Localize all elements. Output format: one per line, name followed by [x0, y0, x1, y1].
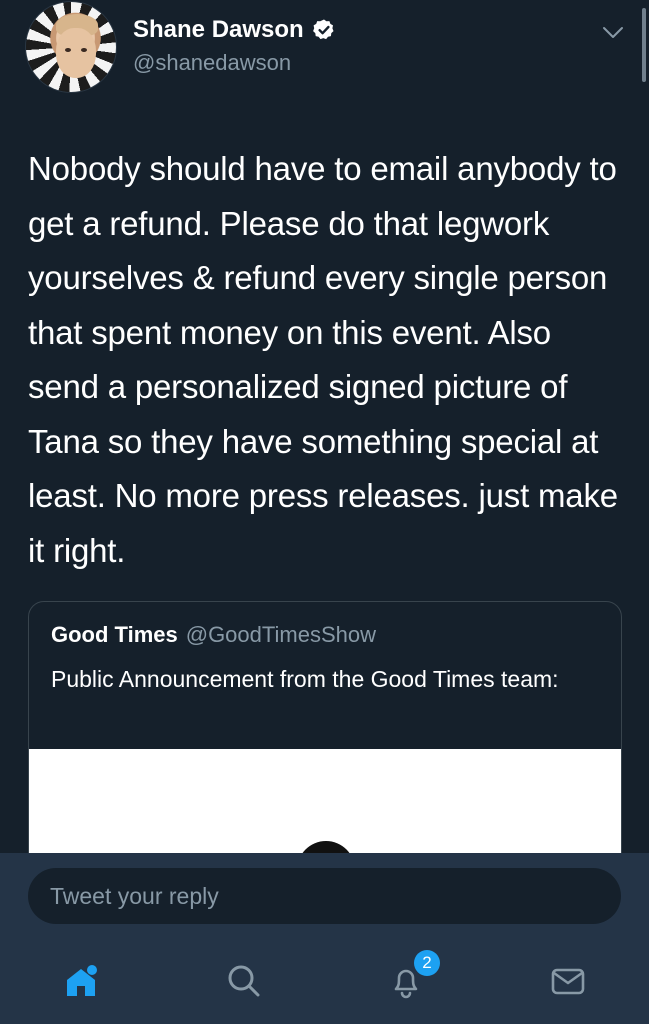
- messages-icon[interactable]: [548, 961, 588, 1001]
- chevron-down-icon[interactable]: [601, 24, 625, 42]
- quoted-tweet-header: Good Times @GoodTimesShow: [51, 622, 376, 648]
- reply-input[interactable]: Tweet your reply: [28, 868, 621, 924]
- avatar[interactable]: [26, 2, 116, 92]
- tweet-header: Shane Dawson @shanedawson: [0, 0, 649, 100]
- quoted-author-handle: @GoodTimesShow: [185, 622, 376, 647]
- verified-badge-icon: [312, 19, 334, 40]
- author-handle[interactable]: @shanedawson: [133, 50, 291, 76]
- quoted-author-name: Good Times: [51, 622, 178, 647]
- bottom-bar: Tweet your reply: [0, 853, 649, 1024]
- avatar-eye: [65, 48, 71, 52]
- search-icon[interactable]: [224, 961, 264, 1001]
- tweet-text: Nobody should have to email anybody to g…: [28, 150, 618, 569]
- author-name[interactable]: Shane Dawson: [133, 16, 304, 44]
- avatar-face: [56, 28, 96, 78]
- bottom-nav: [0, 953, 649, 1013]
- home-icon[interactable]: [61, 961, 101, 1001]
- notifications-badge: 2: [414, 950, 440, 976]
- reply-placeholder: Tweet your reply: [50, 882, 219, 909]
- avatar-eye: [81, 48, 87, 52]
- quoted-tweet-text: Public Announcement from the Good Times …: [51, 666, 559, 692]
- author-name-row[interactable]: Shane Dawson: [133, 16, 336, 44]
